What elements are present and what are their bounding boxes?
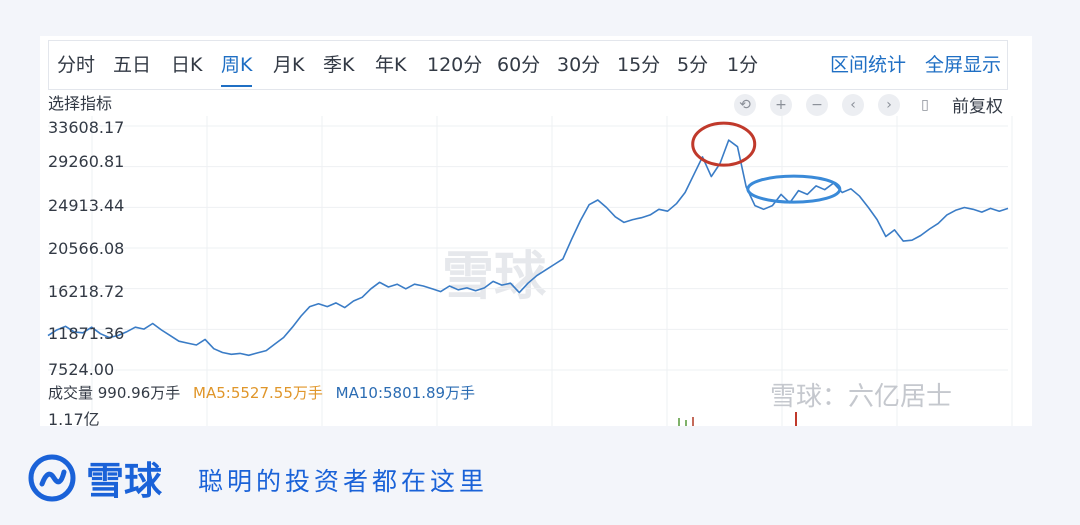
author-watermark: 雪球：六亿居士 (770, 376, 952, 413)
volume-bar (795, 412, 797, 426)
y-tick-label: 20566.08 (48, 239, 125, 258)
y-tick-label: 33608.17 (48, 118, 125, 137)
red-circle-annotation (691, 121, 757, 167)
y-tick-label: 29260.81 (48, 152, 125, 171)
volume-bar (692, 417, 694, 426)
volume-info-row: 成交量 990.96万手 MA5:5527.55万手 MA10:5801.89万… (48, 382, 483, 403)
footer-slogan: 聪明的投资者都在这里 (198, 467, 489, 496)
y-tick-label: 16218.72 (48, 282, 125, 301)
volume-ma10: MA10:5801.89万手 (335, 384, 476, 402)
y-tick-label: 7524.00 (48, 360, 115, 379)
volume-label: 成交量 990.96万手 (48, 384, 181, 402)
footer-brand: 雪球 (86, 459, 163, 503)
price-chart[interactable] (40, 36, 1032, 426)
volume-bars-layer (678, 412, 797, 426)
volume-max-label: 1.17亿 (48, 410, 100, 426)
volume-ma5: MA5:5527.55万手 (193, 384, 323, 402)
y-tick-label: 11871.36 (48, 324, 125, 343)
annotation-layer (691, 121, 842, 204)
author-watermark-text: 雪球：六亿居士 (770, 382, 953, 412)
footer-banner: 雪球 聪明的投资者都在这里 (28, 448, 728, 508)
chart-panel: 分时 五日 日K 周K 月K 季K 年K 120分 60分 30分 15分 5分… (40, 36, 1032, 426)
volume-bar (685, 420, 687, 426)
y-tick-label: 24913.44 (48, 196, 125, 215)
volume-bar (678, 418, 680, 426)
snowball-logo-icon (28, 454, 76, 502)
